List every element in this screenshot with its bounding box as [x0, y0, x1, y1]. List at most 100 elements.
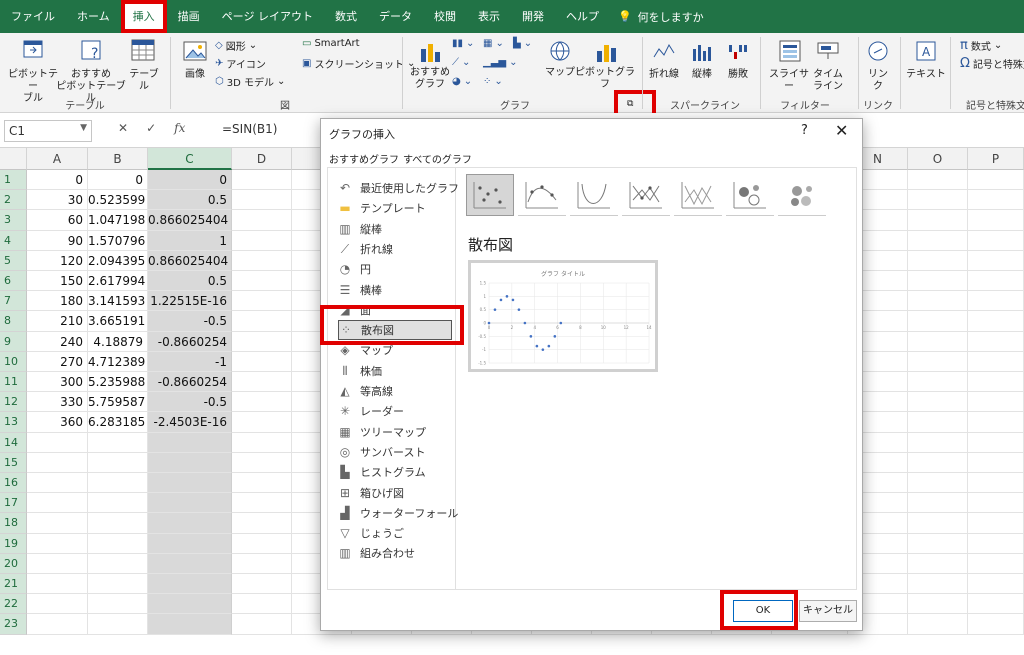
smartart-button[interactable]: ▭ SmartArt — [302, 38, 360, 49]
cell[interactable] — [908, 210, 968, 231]
cell[interactable] — [88, 553, 148, 574]
cell[interactable] — [27, 432, 88, 453]
cell[interactable] — [232, 513, 292, 534]
menu-tab-3[interactable]: 描画 — [167, 0, 211, 33]
cell[interactable] — [908, 473, 968, 494]
cell[interactable]: 0.866025404 — [148, 210, 232, 231]
cell[interactable] — [232, 574, 292, 595]
cell[interactable] — [968, 392, 1024, 413]
column-header-D[interactable]: D — [232, 148, 292, 170]
row-header[interactable]: 19 — [0, 533, 27, 554]
recommended-charts-button[interactable]: おすすめ グラフ — [410, 67, 450, 91]
cell[interactable] — [27, 513, 88, 534]
chart-type-item[interactable]: ◭ 等高線 — [338, 381, 452, 401]
image-button[interactable]: 画像 — [180, 69, 210, 81]
row-header[interactable]: 1 — [0, 170, 27, 191]
chart-type-item[interactable]: ◎ サンバースト — [338, 442, 452, 462]
menu-tab-1[interactable]: ホーム — [66, 0, 121, 33]
sparkline-column-button[interactable]: 縦棒 — [686, 69, 718, 81]
cell[interactable] — [232, 473, 292, 494]
row-header[interactable]: 18 — [0, 513, 27, 534]
cell[interactable]: 30 — [27, 190, 88, 211]
hierarchy-chart-dropdown[interactable]: ▦ ⌄ — [483, 38, 504, 49]
cell[interactable] — [88, 594, 148, 615]
cell[interactable] — [908, 432, 968, 453]
cell[interactable]: 0.866025404 — [148, 250, 232, 271]
chart-preview[interactable]: グラフ タイトル 0 2 4 6 8 10 12 14 1.5 1 0.5 0 -0.5 -1 -1.5 — [468, 260, 658, 372]
row-header[interactable]: 9 — [0, 331, 27, 352]
cell[interactable] — [148, 553, 232, 574]
fx-icon[interactable]: fx — [174, 121, 185, 135]
cell[interactable] — [232, 533, 292, 554]
screenshot-button[interactable]: ▣ スクリーンショット ⌄ — [302, 56, 415, 71]
chevron-down-icon[interactable]: ▼ — [80, 123, 87, 133]
cell[interactable]: 240 — [27, 331, 88, 352]
cell[interactable] — [968, 452, 1024, 473]
chart-type-item[interactable]: ▦ ツリーマップ — [338, 422, 452, 442]
cell[interactable] — [27, 553, 88, 574]
close-icon[interactable]: ✕ — [835, 121, 848, 140]
link-button[interactable]: リン ク — [864, 69, 892, 93]
cell[interactable] — [232, 432, 292, 453]
cell[interactable] — [968, 291, 1024, 312]
cell[interactable] — [148, 594, 232, 615]
cell[interactable] — [27, 533, 88, 554]
cell[interactable]: 300 — [27, 372, 88, 393]
cell[interactable] — [88, 493, 148, 514]
cell[interactable]: 0.5 — [148, 190, 232, 211]
cell[interactable] — [27, 473, 88, 494]
column-header-B[interactable]: B — [88, 148, 148, 170]
cell[interactable]: 4.712389 — [88, 351, 148, 372]
cell[interactable]: 120 — [27, 250, 88, 271]
chart-type-item[interactable]: ⟋ 折れ線 — [338, 239, 452, 259]
row-header[interactable]: 21 — [0, 574, 27, 595]
cell[interactable]: 210 — [27, 311, 88, 332]
cell[interactable]: 0.523599 — [88, 190, 148, 211]
cell[interactable]: 1.22515E-16 — [148, 291, 232, 312]
table-button[interactable]: テーブル — [126, 69, 162, 93]
cell[interactable] — [148, 452, 232, 473]
column-chart-dropdown[interactable]: ▮▮ ⌄ — [452, 38, 474, 49]
variant-bubble-3d[interactable] — [778, 174, 826, 216]
cell[interactable] — [148, 513, 232, 534]
pivot-chart-button[interactable]: ピボットグラフ — [574, 67, 636, 91]
cell[interactable] — [27, 614, 88, 635]
menu-tab-9[interactable]: 開発 — [511, 0, 555, 33]
cell[interactable]: -2.4503E-16 — [148, 412, 232, 433]
cell[interactable] — [968, 311, 1024, 332]
cell[interactable] — [968, 473, 1024, 494]
cell[interactable] — [968, 170, 1024, 191]
cell[interactable] — [908, 331, 968, 352]
select-all-corner[interactable] — [0, 148, 27, 170]
cell[interactable]: 150 — [27, 271, 88, 292]
cell[interactable]: 2.094395 — [88, 250, 148, 271]
cell[interactable] — [968, 432, 1024, 453]
row-header[interactable]: 14 — [0, 432, 27, 453]
cell[interactable] — [908, 392, 968, 413]
models3d-button[interactable]: ⬡ 3D モデル ⌄ — [215, 74, 285, 89]
scatter-chart-dropdown[interactable]: ⁘ ⌄ — [483, 76, 503, 87]
chart-dialog-launcher[interactable]: ⧉ — [627, 99, 633, 109]
row-header[interactable]: 20 — [0, 553, 27, 574]
column-header-P[interactable]: P — [968, 148, 1024, 170]
row-header[interactable]: 12 — [0, 392, 27, 413]
help-button[interactable]: ? — [801, 123, 808, 138]
cell[interactable] — [232, 230, 292, 251]
cell[interactable] — [968, 533, 1024, 554]
menu-tab-5[interactable]: 数式 — [324, 0, 368, 33]
cell[interactable]: 1.570796 — [88, 230, 148, 251]
name-box[interactable]: C1 ▼ — [4, 120, 92, 142]
cell[interactable] — [908, 170, 968, 191]
cell[interactable] — [908, 574, 968, 595]
row-header[interactable]: 3 — [0, 210, 27, 231]
cell[interactable] — [908, 351, 968, 372]
cell[interactable]: 270 — [27, 351, 88, 372]
cell[interactable] — [88, 574, 148, 595]
cell[interactable] — [232, 291, 292, 312]
cell[interactable] — [88, 432, 148, 453]
variant-scatter-lines-markers[interactable] — [622, 174, 670, 216]
row-header[interactable]: 8 — [0, 311, 27, 332]
cell[interactable]: -0.8660254 — [148, 331, 232, 352]
icons-button[interactable]: ✈ アイコン — [215, 56, 266, 71]
column-header-O[interactable]: O — [908, 148, 968, 170]
